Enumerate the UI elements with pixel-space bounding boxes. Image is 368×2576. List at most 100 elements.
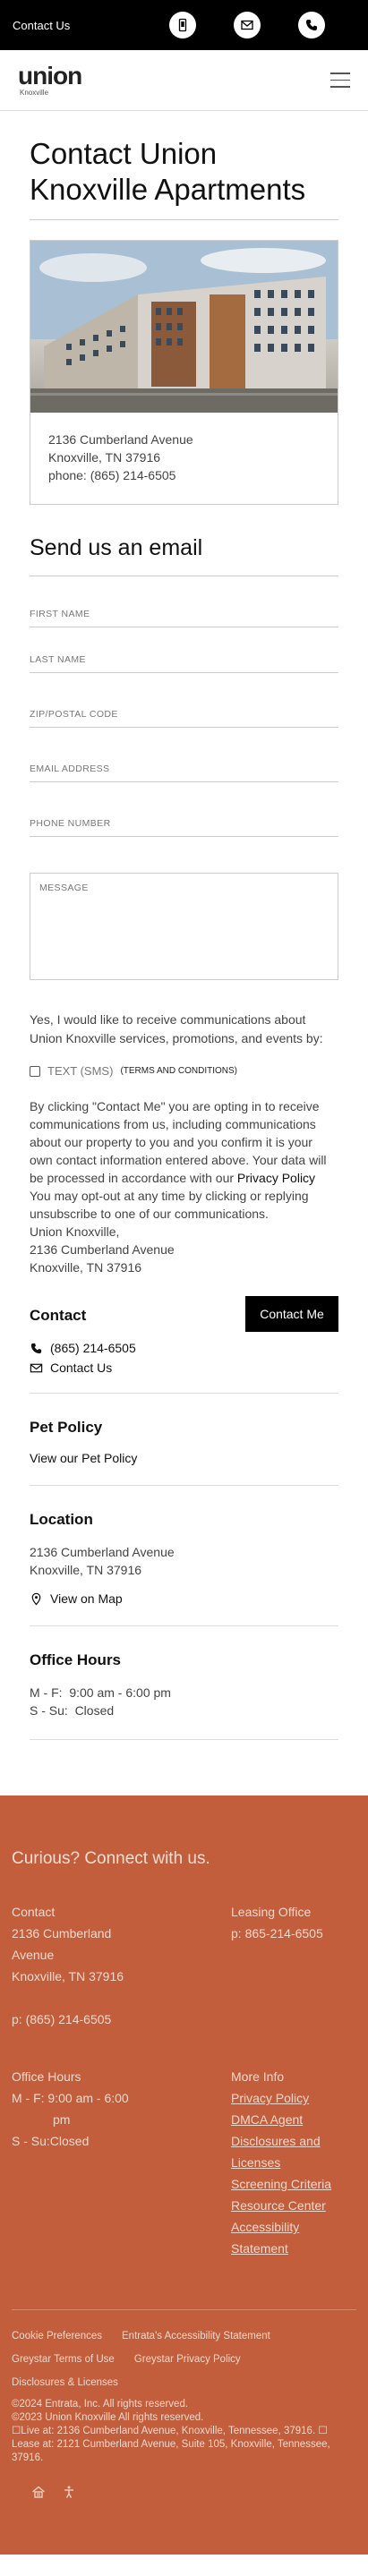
footer-leasing-column: Leasing Office p: 865-214-6505 bbox=[231, 1901, 356, 2030]
footer-link-resource-center[interactable]: Resource Center bbox=[231, 2195, 356, 2216]
mobile-phone-button[interactable] bbox=[169, 12, 196, 38]
logo-subtitle: Knoxville bbox=[20, 89, 49, 97]
copyright-union: ©2023 Union Knoxville All rights reserve… bbox=[12, 2412, 204, 2424]
message-field[interactable]: MESSAGE bbox=[30, 873, 338, 981]
phone-field[interactable]: PHONE NUMBER bbox=[30, 818, 338, 838]
footer-leasing-phone[interactable]: p: 865-214-6505 bbox=[231, 1923, 356, 1944]
office-hours-block: Office Hours M - F: 9:00 am - 6:00 pm S … bbox=[30, 1651, 338, 1741]
footer-copyright: ©2024 Entrata, Inc. All rights reserved.… bbox=[12, 2398, 356, 2465]
footer-address-line2: Avenue bbox=[12, 1948, 55, 1963]
phone-icon bbox=[306, 20, 317, 30]
sms-checkbox[interactable] bbox=[30, 1065, 40, 1077]
property-address-line2: Knoxville, TN 37916 bbox=[48, 450, 161, 465]
top-bar-icons bbox=[169, 12, 355, 38]
site-footer: Curious? Connect with us. Contact 2136 C… bbox=[0, 1796, 368, 2555]
zip-field[interactable]: ZIP/POSTAL CODE bbox=[30, 709, 338, 729]
lease-at-address: Lease at: 2121 Cumberland Avenue, Suite … bbox=[12, 2439, 330, 2451]
footer-divider bbox=[12, 2309, 356, 2311]
consent-name: Union Knoxville, bbox=[30, 1224, 120, 1240]
email-section-title: Send us an email bbox=[30, 535, 338, 577]
contact-phone: (865) 214-6505 bbox=[50, 1341, 136, 1356]
union-logo[interactable]: union Knoxville bbox=[18, 62, 82, 97]
office-hours-heading: Office Hours bbox=[30, 1651, 122, 1669]
footer-hours-weekday-pm: pm bbox=[53, 2112, 71, 2128]
last-name-field[interactable]: LAST NAME bbox=[30, 654, 338, 674]
footer-address-line3: Knoxville, TN 37916 bbox=[12, 1969, 124, 1984]
logo-wordmark: union bbox=[18, 62, 82, 90]
footer-link-privacy-policy[interactable]: Privacy Policy bbox=[231, 2087, 356, 2109]
footer-link-screening-criteria[interactable]: Screening Criteria bbox=[231, 2173, 356, 2195]
footer-link-statement[interactable]: Statement bbox=[231, 2238, 356, 2259]
location-address-line2: Knoxville, TN 37916 bbox=[30, 1563, 142, 1578]
footer-more-info-heading: More Info bbox=[231, 2069, 285, 2085]
location-block: Location 2136 Cumberland Avenue Knoxvill… bbox=[30, 1511, 338, 1627]
lease-at-address-zip: 37916. bbox=[12, 2452, 44, 2464]
footer-icons bbox=[12, 2485, 356, 2499]
footer-info-columns: Office Hours M - F: 9:00 am - 6:00 pm S … bbox=[12, 2066, 356, 2259]
consent-text: By clicking "Contact Me" you are opting … bbox=[30, 1097, 338, 1276]
contact-block: Contact Contact Me (865) 214-6505 Contac… bbox=[30, 1296, 338, 1395]
privacy-policy-link[interactable]: Privacy Policy bbox=[237, 1171, 315, 1185]
location-address-line1: 2136 Cumberland Avenue bbox=[30, 1545, 175, 1560]
call-button[interactable] bbox=[298, 12, 325, 38]
property-address-line1: 2136 Cumberland Avenue bbox=[48, 432, 193, 448]
sms-option: TEXT (SMS) (TERMS AND CONDITIONS) bbox=[30, 1064, 338, 1078]
footer-bottom-links: Cookie Preferences Entrata's Accessibilit… bbox=[12, 2324, 356, 2394]
footer-hours-column: Office Hours M - F: 9:00 am - 6:00 pm S … bbox=[12, 2066, 231, 2259]
cookie-preferences-link[interactable]: Cookie Preferences bbox=[12, 2331, 102, 2341]
pet-policy-heading: Pet Policy bbox=[30, 1419, 103, 1437]
footer-link-disclosures[interactable]: Disclosures and bbox=[231, 2130, 356, 2152]
pet-policy-link[interactable]: View our Pet Policy bbox=[30, 1451, 338, 1465]
top-bar-title: Contact Us bbox=[13, 18, 71, 32]
opt-in-text: Yes, I would like to receive communicati… bbox=[30, 1012, 323, 1046]
first-name-field[interactable]: FIRST NAME bbox=[30, 609, 338, 628]
copyright-entrata: ©2024 Entrata, Inc. All rights reserved. bbox=[12, 2399, 189, 2410]
greystar-terms-link[interactable]: Greystar Terms of Use bbox=[12, 2354, 115, 2365]
equal-housing-icon bbox=[32, 2486, 45, 2498]
consent-address-line1: 2136 Cumberland Avenue bbox=[30, 1242, 175, 1258]
footer-hours-weekday: M - F: 9:00 am - 6:00 bbox=[12, 2091, 129, 2106]
live-at-address: ☐Live at: 2136 Cumberland Avenue, Knoxvi… bbox=[12, 2426, 328, 2437]
footer-contact-columns: Contact 2136 Cumberland Avenue Knoxville… bbox=[12, 1901, 356, 2030]
location-heading: Location bbox=[30, 1511, 93, 1529]
map-pin-icon bbox=[31, 1592, 41, 1606]
mobile-phone-icon bbox=[178, 18, 187, 32]
property-phone[interactable]: phone: (865) 214-6505 bbox=[48, 466, 320, 484]
property-photo bbox=[30, 241, 338, 414]
email-button[interactable] bbox=[234, 12, 261, 38]
greystar-privacy-link[interactable]: Greystar Privacy Policy bbox=[134, 2354, 241, 2365]
office-hours-weekend: S - Su: Closed bbox=[30, 1703, 115, 1719]
consent-address-line2: Knoxville, TN 37916 bbox=[30, 1260, 142, 1275]
footer-heading: Curious? Connect with us. bbox=[12, 1849, 210, 1869]
accessibility-icon bbox=[64, 2486, 73, 2499]
property-info: 2136 Cumberland Avenue Knoxville, TN 379… bbox=[30, 413, 338, 504]
main-content: Contact Union Knoxville Apartments 2136 … bbox=[0, 136, 368, 1741]
page-title: Contact Union Knoxville Apartments bbox=[30, 136, 338, 221]
sms-label: TEXT (SMS) bbox=[47, 1064, 114, 1079]
footer-link-accessibility[interactable]: Accessibility bbox=[231, 2216, 356, 2238]
view-on-map-row[interactable]: View on Map bbox=[30, 1591, 338, 1606]
footer-link-dmca-agent[interactable]: DMCA Agent bbox=[231, 2109, 356, 2130]
contact-phone-row[interactable]: (865) 214-6505 bbox=[30, 1341, 338, 1355]
footer-hours-heading: Office Hours bbox=[12, 2069, 81, 2085]
disclosures-licenses-link[interactable]: Disclosures & Licenses bbox=[12, 2377, 118, 2388]
footer-address-line1: 2136 Cumberland bbox=[12, 1926, 112, 1941]
entrata-accessibility-link[interactable]: Entrata's Accessibility Statement bbox=[122, 2331, 270, 2341]
property-card: 2136 Cumberland Avenue Knoxville, TN 379… bbox=[30, 240, 338, 506]
footer-contact-heading: Contact bbox=[12, 1905, 56, 1920]
consent-opt-out: You may opt-out at any time by clicking … bbox=[30, 1189, 309, 1222]
footer-phone[interactable]: p: (865) 214-6505 bbox=[12, 2009, 231, 2030]
sms-terms-link[interactable]: (TERMS AND CONDITIONS) bbox=[120, 1066, 237, 1076]
envelope-icon bbox=[30, 1363, 43, 1373]
phone-icon bbox=[30, 1343, 42, 1353]
contact-us-row[interactable]: Contact Us bbox=[30, 1361, 338, 1375]
footer-leasing-heading: Leasing Office bbox=[231, 1905, 312, 1920]
pet-policy-block: Pet Policy View our Pet Policy bbox=[30, 1419, 338, 1487]
hamburger-menu-icon[interactable] bbox=[330, 73, 350, 88]
site-header: union Knoxville bbox=[0, 50, 368, 111]
footer-link-licenses[interactable]: Licenses bbox=[231, 2152, 356, 2173]
office-hours-weekday: M - F: 9:00 am - 6:00 pm bbox=[30, 1685, 171, 1701]
footer-hours-weekend: S - Su:Closed bbox=[12, 2134, 90, 2149]
email-field[interactable]: EMAIL ADDRESS bbox=[30, 763, 338, 783]
contact-me-button[interactable]: Contact Me bbox=[245, 1296, 338, 1333]
